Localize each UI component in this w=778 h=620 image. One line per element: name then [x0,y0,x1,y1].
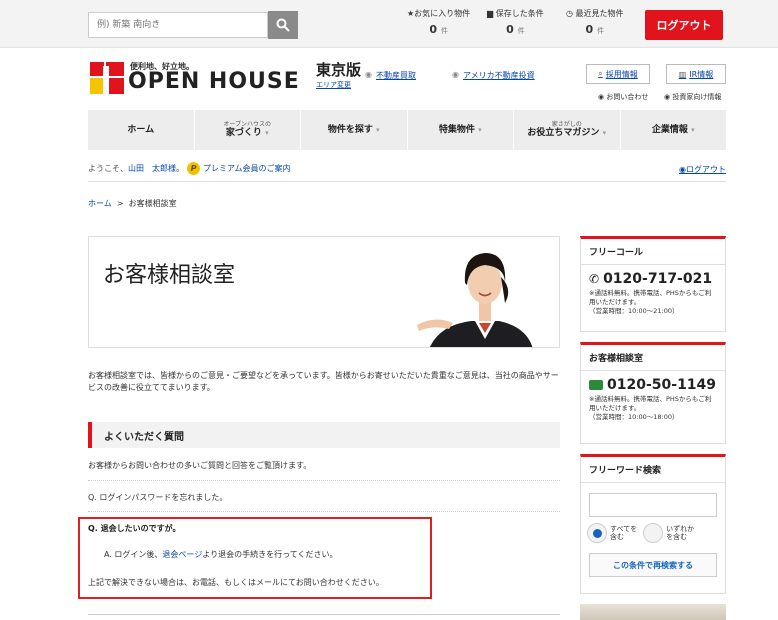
chevron-down-icon: ▾ [478,125,482,134]
faq-section-title: よくいただく質問 [88,422,560,448]
search-button[interactable] [268,11,298,39]
faq-answer-withdraw: A. ログイン後、退会ページより退会の手続きを行ってください。 [104,550,338,559]
edition-label: 東京版 [316,61,362,79]
saved-conditions-link[interactable]: ▆ 保存した条件 0 件 [487,8,544,36]
page-title: お客様相談室 [103,263,236,288]
search-input[interactable] [88,12,268,38]
breadcrumb-home[interactable]: ホーム [88,199,112,208]
divider [88,480,560,481]
nav-property-search[interactable]: 物件を探す ▾ [301,110,408,150]
nav-magazine[interactable]: 家さがしの お役立ちマガジン ▾ [514,110,621,150]
real-estate-purchase-link[interactable]: 不動産買取 [376,70,416,81]
operator-illustration [417,253,533,347]
ir-button[interactable]: ▥ IR情報 [666,64,726,84]
logo-icon[interactable] [90,62,124,94]
us-real-estate-link[interactable]: アメリカ不動産投資 [463,70,535,81]
freeword-search-panel: フリーワード検索 すべてを 含む いずれか を含む この条件で再検索する [580,454,726,594]
global-nav: ホーム オープンハウスの 家づくり ▾ 物件を探す ▾ 特集物件 ▾ 家さがしのお… [88,110,726,150]
investor-link[interactable]: ◉ 投資家向け情報 [664,92,721,102]
favorites-link[interactable]: ★お気に入り物件 0 件 [407,8,470,36]
faq-question-password[interactable]: Q. ログインパスワードを忘れました。 [88,492,227,503]
free-dial-icon [589,380,603,390]
withdraw-page-link[interactable]: 退会ページ [162,550,202,559]
breadcrumb-current: お客様相談室 [128,199,177,208]
clock-icon: ◷ [566,9,573,18]
chevron-down-icon: ▾ [265,129,269,138]
phone-icon: ✆ [589,272,600,286]
divider [88,511,560,512]
bullet-icon: ◉ [365,70,372,79]
radio-unselected-icon [643,523,664,543]
intro-text: お客様相談室では、皆様からのご意見・ご要望などを承っています。皆様からお寄せいた… [88,371,559,392]
faq-contact-note: 上記で解決できない場合は、お電話、もしくはメールにてお問い合わせください。 [88,578,384,587]
top-bar: ★お気に入り物件 0 件 ▆ 保存した条件 0 件 ◷ 最近見た物件 0 件 ロ… [0,0,778,48]
inquiry-link[interactable]: ◉ お問い合わせ [598,92,648,102]
bullet-icon: ◉ [452,70,459,79]
logout-button[interactable]: ログアウト [645,10,723,40]
welcome-logout-link[interactable]: ◉ログアウト [679,164,726,175]
chart-icon: ▥ [678,69,687,79]
breadcrumb: ホーム > お客様相談室 [88,199,177,208]
free-call-panel: フリーコール ✆ 0120-717-021 ※通話料無料。携帯電話、PHSからもご… [580,236,726,332]
user-name-link[interactable]: 山田 太郎様。 [128,163,184,174]
consult-panel: お客様相談室 0120-50-1149 ※通話料無料。携帯電話、PHSからもご利… [580,342,726,444]
radio-include-any[interactable]: いずれか を含む [643,523,694,543]
bullet-icon: ◉ [679,165,686,174]
area-change-link[interactable]: エリア変更 [316,80,351,90]
document-icon: ▆ [487,9,494,18]
radio-include-all[interactable]: すべてを 含む [587,523,637,543]
divider [88,614,560,615]
free-call-number[interactable]: ✆ 0120-717-021 [581,265,725,289]
freeword-title: フリーワード検索 [581,457,725,483]
consult-number[interactable]: 0120-50-1149 [581,371,725,395]
premium-link[interactable]: プレミアム会員のご案内 [203,163,290,174]
logo-text[interactable]: OPEN HOUSE [128,69,300,94]
consult-title: お客様相談室 [581,345,725,371]
recent-viewed-link[interactable]: ◷ 最近見た物件 0 件 [566,8,624,36]
chevron-down-icon: ▾ [602,129,607,138]
research-button[interactable]: この条件で再検索する [589,553,717,577]
hero-banner: お客様相談室 [88,236,560,348]
nav-house-building[interactable]: オープンハウスの 家づくり ▾ [195,110,301,150]
sidebar-banner-image[interactable] [580,604,726,620]
freeword-input[interactable] [589,493,717,517]
premium-icon: P [187,162,200,175]
chevron-down-icon: ▾ [376,125,380,134]
welcome-bar: ようこそ、 山田 太郎様。 P プレミアム会員のご案内 ◉ログアウト [88,156,726,182]
chevron-down-icon: ▾ [691,125,695,134]
nav-company[interactable]: 企業情報 ▾ [621,110,727,150]
radio-selected-icon [587,523,607,543]
faq-question-withdraw[interactable]: Q. 退会したいのですが。 [88,523,180,534]
faq-description: お客様からお問い合わせの多いご質問と回答をご覧頂けます。 [88,461,312,470]
search-icon [276,18,290,32]
nav-home[interactable]: ホーム [88,110,195,150]
free-call-title: フリーコール [581,239,725,265]
magnifier-icon: ⌕ [598,69,603,78]
nav-featured[interactable]: 特集物件 ▾ [408,110,514,150]
recruit-button[interactable]: ⌕ 採用情報 [586,64,650,84]
